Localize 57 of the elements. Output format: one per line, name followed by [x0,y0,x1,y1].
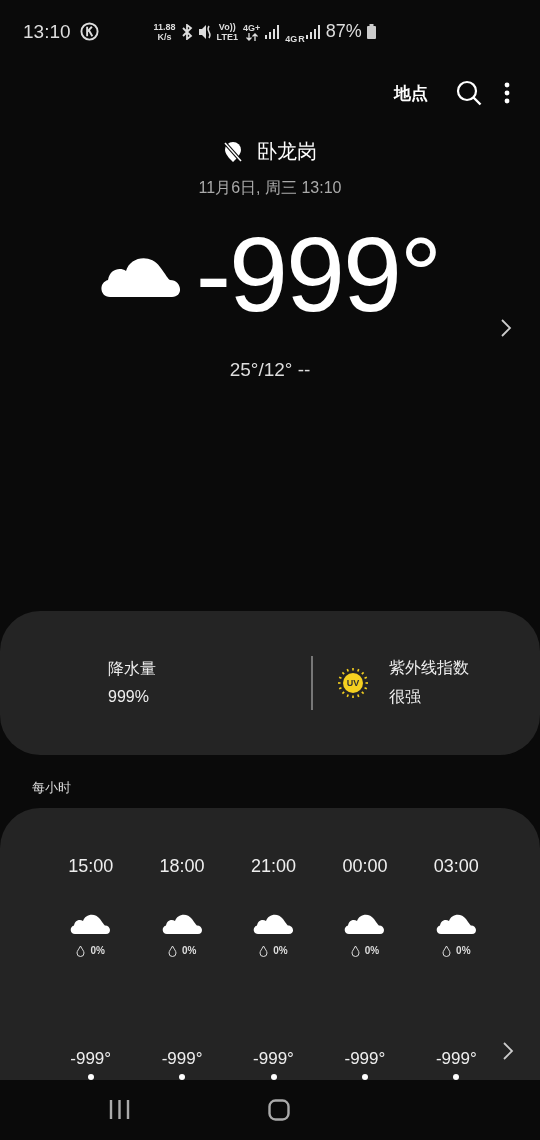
hour-time: 18:00 [159,855,205,877]
precipitation-chance: 0% [90,945,105,957]
hour-temperature: -999° [253,1048,294,1069]
high-low-temperature: 25°/12° -- [229,359,311,382]
chevron-right-icon[interactable] [500,318,512,339]
detail-value: 很强 [389,687,422,707]
hour-time: 03:00 [433,855,479,877]
date-time: 11月6日, 周三 13:10 [198,178,342,199]
temperature-dot-icon [361,1073,368,1080]
location-off-icon [223,140,243,163]
temperature-dot-icon [453,1073,460,1080]
network-type-label: 4G+ [242,22,261,33]
precipitation-chance: 0% [364,945,380,957]
recent-apps-icon[interactable] [109,1100,130,1120]
detail-label: 紫外线指数 [389,658,469,678]
detail-value: 999% [108,688,150,707]
temperature-dot-icon [270,1073,277,1080]
raindrop-icon [442,944,452,957]
hour-time: 15:00 [68,855,114,877]
battery-icon [366,24,376,40]
clock-time: 13:10 [23,20,71,43]
network-speed-unit: K/s [156,31,173,42]
roaming-label: R [298,33,305,44]
temperature-dot-icon [87,1073,94,1080]
signal-icon [265,24,281,39]
raindrop-icon [259,944,269,957]
network-type-label: 4G [285,33,298,44]
precipitation-chance: 0% [456,945,471,957]
bluetooth-icon [180,23,193,40]
locations-button[interactable]: 地点 [394,81,428,105]
raindrop-icon [76,944,86,957]
hour-time: 00:00 [342,855,388,877]
precipitation-chance: 0% [181,945,197,957]
battery-percent: 87% [325,21,362,43]
home-icon[interactable] [268,1098,290,1121]
chevron-right-icon[interactable] [502,1040,514,1061]
more-options-icon[interactable] [504,82,510,105]
hour-temperature: -999° [435,1048,477,1069]
hour-temperature: -999° [344,1048,386,1069]
k-circle-icon [79,22,99,42]
data-arrows-icon [244,32,259,41]
raindrop-icon [167,944,177,957]
volte-label: Vo)) [217,21,237,32]
hour-temperature: -999° [161,1048,203,1069]
signal-icon [305,24,321,39]
current-temperature: -999° [195,221,441,328]
hour-time: 21:00 [251,855,297,877]
lte-label: LTE1 [216,31,238,42]
network-speed-value: 11.88 [153,21,176,32]
raindrop-icon [350,944,360,957]
section-title: 每小时 [31,778,72,797]
search-icon[interactable] [456,80,482,107]
detail-label: 降水量 [108,659,156,680]
precipitation-chance: 0% [273,945,288,957]
hour-temperature: -999° [70,1048,112,1069]
location-name: 卧龙岗 [257,139,317,165]
temperature-dot-icon [179,1073,186,1080]
